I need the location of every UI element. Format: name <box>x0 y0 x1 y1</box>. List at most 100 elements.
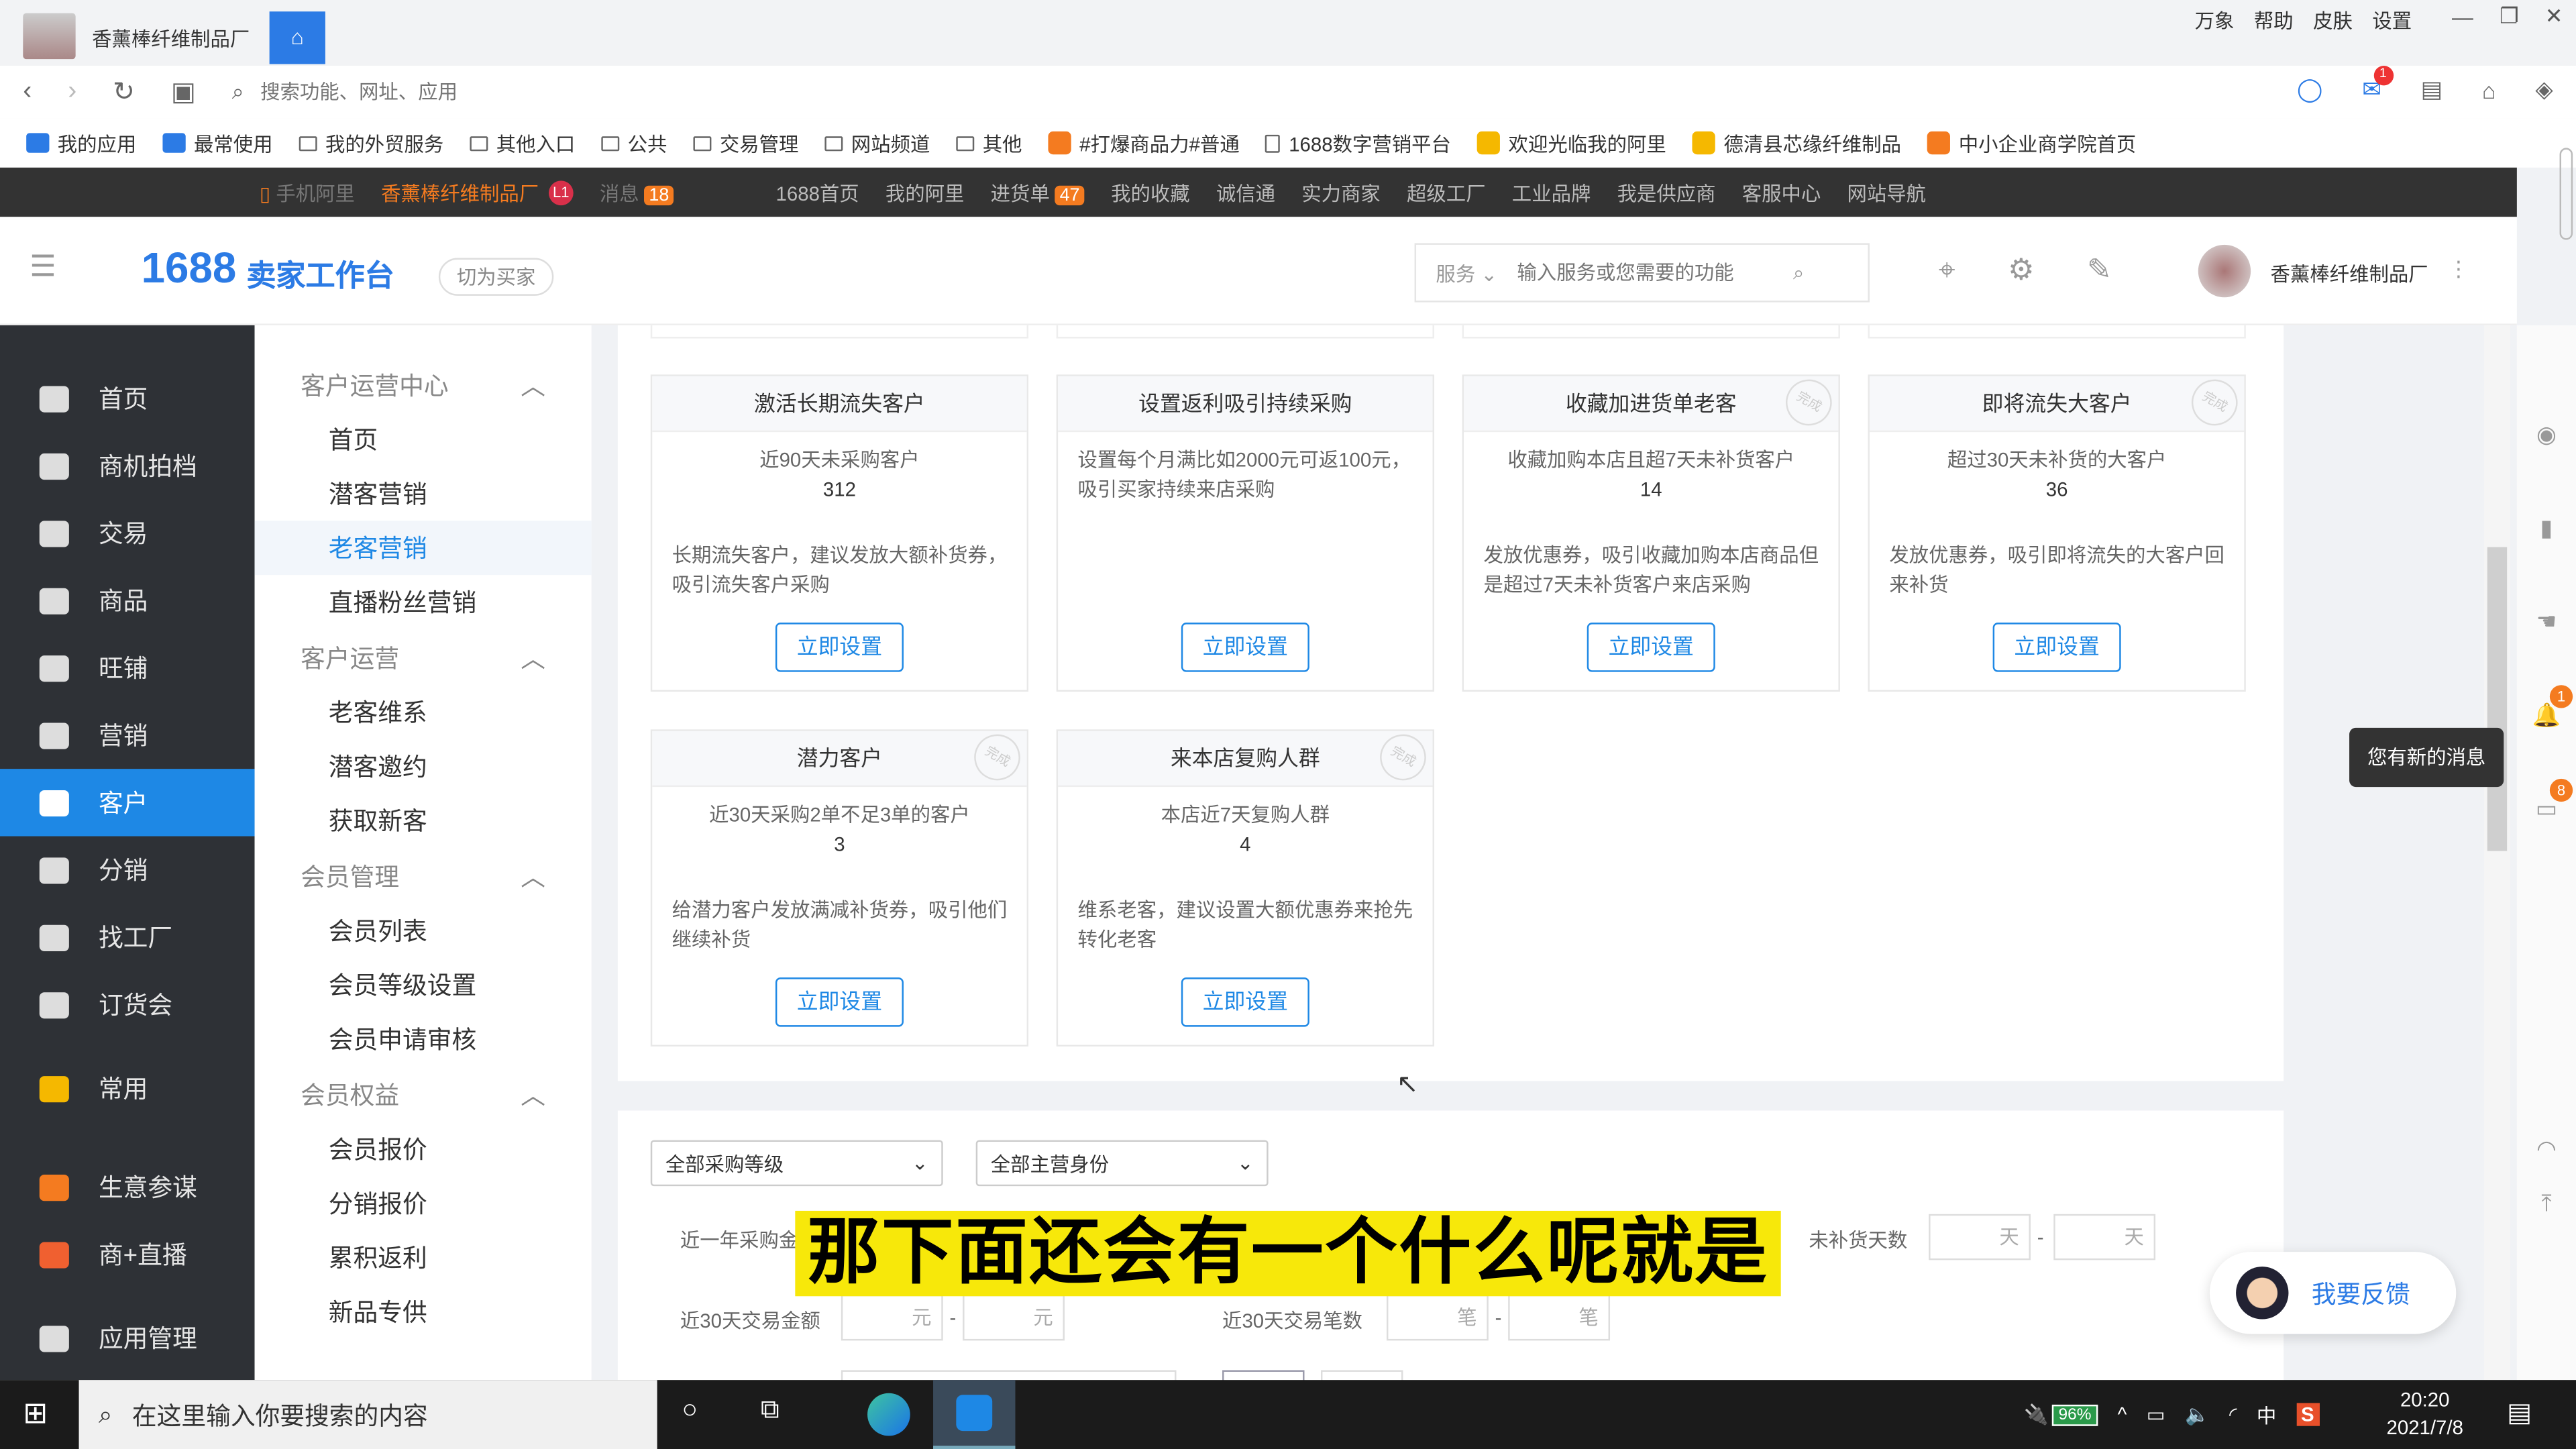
active-app-button[interactable] <box>933 1380 1016 1449</box>
sidebar-item-distribution[interactable]: 分销 <box>0 837 255 904</box>
ime-indicator[interactable]: 中 <box>2257 1401 2276 1429</box>
subnav-group-member-benefits[interactable]: 会员权益 ︿ <box>255 1066 592 1122</box>
search-icon[interactable]: ⌕ <box>1793 260 1804 285</box>
bookmark-link[interactable]: 欢迎光临我的阿里 <box>1477 129 1666 157</box>
headset-icon[interactable]: ◠ <box>2517 1135 2576 1163</box>
bookmark-link[interactable]: #打爆商品力#普通 <box>1048 129 1240 157</box>
edit-icon[interactable]: ✎ <box>2087 253 2112 287</box>
browser-scrollbar[interactable] <box>2559 148 2573 240</box>
account-name[interactable]: 香薰棒纤维制品厂 <box>2271 260 2428 288</box>
nav-site-map[interactable]: 网站导航 <box>1847 178 1927 207</box>
shield-icon[interactable]: ◯ <box>2297 76 2322 104</box>
subnav-item[interactable]: 会员申请审核 <box>255 1012 592 1067</box>
subnav-item[interactable]: 潜客邀约 <box>255 739 592 794</box>
more-icon[interactable]: ⋮ <box>2448 256 2469 282</box>
subnav-item[interactable]: 新品专供 <box>255 1285 592 1339</box>
count30-min-input[interactable]: 笔 <box>1386 1294 1489 1341</box>
subnav-item[interactable]: 获取新客 <box>255 794 592 848</box>
reader-icon[interactable]: ▤ <box>2421 76 2443 104</box>
set-now-button[interactable]: 立即设置 <box>1587 623 1715 672</box>
sidebar-item-app-management[interactable]: 应用管理 <box>0 1305 255 1372</box>
home-tab-button[interactable]: ⌂ <box>269 11 325 64</box>
sidebar-item-order-fair[interactable]: 订货会 <box>0 971 255 1038</box>
subnav-item[interactable]: 潜客营销 <box>255 467 592 521</box>
feedback-button[interactable]: 我要反馈 <box>2209 1252 2457 1334</box>
mail-icon[interactable]: ✉ 1 <box>2362 65 2394 104</box>
bookmark-page-icon[interactable]: ▣ <box>171 76 196 109</box>
bookmark-folder[interactable]: 其他 <box>956 129 1022 157</box>
bookmark-icon[interactable]: ▮ <box>2517 515 2576 543</box>
link-settings[interactable]: 设置 <box>2372 7 2412 35</box>
subnav-item[interactable]: 直播粉丝营销 <box>255 575 592 629</box>
subnav-item[interactable]: 会员报价 <box>255 1122 592 1177</box>
subnav-item[interactable]: 会员列表 <box>255 904 592 958</box>
page-scrollbar[interactable] <box>2483 325 2511 1381</box>
service-search-input[interactable] <box>1517 261 1780 284</box>
clock[interactable]: 20:20 2021/7/8 <box>2363 1387 2487 1442</box>
sidebar-item-products[interactable]: 商品 <box>0 567 255 634</box>
bell-icon[interactable]: 🔔 1 <box>2517 685 2576 730</box>
nav-strength-merchant[interactable]: 实力商家 <box>1301 178 1381 207</box>
sidebar-item-marketing[interactable]: 营销 <box>0 702 255 769</box>
device-icon[interactable]: ▭ <box>2147 1403 2165 1426</box>
mobile-ali-link[interactable]: ▯ 手机阿里 <box>260 178 355 207</box>
nav-super-factory[interactable]: 超级工厂 <box>1407 178 1486 207</box>
compass-icon[interactable]: ◉ <box>2517 421 2576 449</box>
sidebar-item-find-factory[interactable]: 找工厂 <box>0 904 255 971</box>
sogou-icon[interactable]: S <box>2296 1403 2319 1426</box>
menu-toggle-icon[interactable]: ☰ <box>30 250 56 284</box>
subnav-item[interactable]: 累积返利 <box>255 1230 592 1285</box>
no-restock-min-input[interactable]: 天 <box>1929 1214 2031 1260</box>
bookmark-link[interactable]: 1688数字营销平台 <box>1265 129 1451 157</box>
volume-icon[interactable]: 🔈 <box>2185 1403 2210 1426</box>
service-select[interactable]: 服务 ⌄ <box>1416 259 1517 287</box>
reload-icon[interactable]: ↻ <box>113 76 135 109</box>
hand-icon[interactable]: ☚ <box>2517 608 2576 636</box>
bookmark-folder[interactable]: 我的外贸服务 <box>299 129 443 157</box>
avatar[interactable] <box>2198 244 2251 298</box>
bookmark-folder[interactable]: 其他入口 <box>470 129 575 157</box>
bookmark-folder[interactable]: 交易管理 <box>693 129 798 157</box>
messages-link[interactable]: 消息 18 <box>600 178 674 207</box>
sidebar-item-business-advisor[interactable]: 生意参谋 <box>0 1153 255 1220</box>
chat-icon[interactable]: ▭ 8 <box>2517 778 2576 823</box>
tab-title[interactable]: 香薰棒纤维制品厂 <box>92 25 250 53</box>
nav-chengxintong[interactable]: 诚信通 <box>1216 178 1275 207</box>
set-now-button[interactable]: 立即设置 <box>1992 623 2121 672</box>
new-message-tooltip[interactable]: 您有新的消息 <box>2349 727 2504 788</box>
nav-my-ali[interactable]: 我的阿里 <box>885 178 965 207</box>
set-now-button[interactable]: 立即设置 <box>775 623 904 672</box>
gear-icon[interactable]: ⚙ <box>2008 253 2035 287</box>
set-now-button[interactable]: 立即设置 <box>1181 977 1309 1027</box>
set-now-button[interactable]: 立即设置 <box>1181 623 1309 672</box>
scrollbar-thumb[interactable] <box>2487 547 2508 851</box>
battery-indicator[interactable]: 96% <box>2051 1403 2098 1426</box>
sidebar-item-customers[interactable]: 客户 <box>0 769 255 837</box>
edge-browser-icon[interactable] <box>867 1393 910 1436</box>
subnav-item[interactable]: 首页 <box>255 413 592 467</box>
bag-icon[interactable]: ⌂ <box>2482 76 2496 103</box>
wifi-icon[interactable]: ◜ <box>2229 1403 2237 1426</box>
switch-to-buyer-button[interactable]: 切为买家 <box>438 258 554 296</box>
amount30-min-input[interactable]: 元 <box>841 1294 943 1341</box>
no-restock-max-input[interactable]: 天 <box>2053 1214 2156 1260</box>
back-to-top-icon[interactable]: ⤒ <box>2517 1189 2576 1218</box>
subnav-group-customer-ops-center[interactable]: 客户运营中心 ︿ <box>255 356 592 412</box>
nav-favorites[interactable]: 我的收藏 <box>1111 178 1190 207</box>
sidebar-item-opportunity[interactable]: 商机拍档 <box>0 432 255 499</box>
cortana-icon[interactable]: ○ <box>682 1397 698 1426</box>
back-icon[interactable]: ‹ <box>23 77 32 107</box>
windows-start-icon[interactable]: ⊞ <box>23 1397 48 1431</box>
amount30-max-input[interactable]: 元 <box>963 1294 1065 1341</box>
bookmark-link[interactable]: 中小企业商学院首页 <box>1927 129 2136 157</box>
task-view-icon[interactable]: ⧉ <box>761 1397 780 1426</box>
sidebar-item-trade[interactable]: 交易 <box>0 499 255 566</box>
minimize-button[interactable]: — <box>2452 4 2473 29</box>
sidebar-item-shop[interactable]: 旺铺 <box>0 634 255 701</box>
subnav-item-active[interactable]: 老客营销 <box>254 521 592 576</box>
count30-max-input[interactable]: 笔 <box>1508 1294 1611 1341</box>
notification-icon[interactable]: ▤ <box>2507 1397 2532 1430</box>
bookmark-frequent[interactable]: 最常使用 <box>162 129 273 157</box>
taskbar-search[interactable]: ⌕ 在这里输入你要搜索的内容 <box>78 1380 657 1449</box>
bookmark-link[interactable]: 德清县芯缘纤维制品 <box>1692 129 1901 157</box>
